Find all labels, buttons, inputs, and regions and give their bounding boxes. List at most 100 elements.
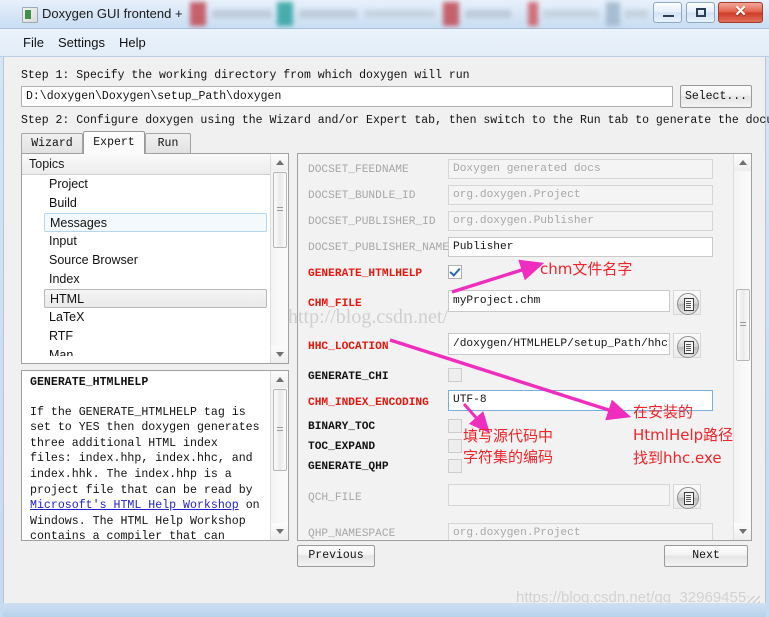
file-icon	[677, 293, 699, 315]
minimize-button[interactable]	[653, 2, 683, 23]
topic-man[interactable]: Man	[22, 346, 271, 356]
topics-scroll-down-arrow[interactable]	[271, 346, 288, 363]
topic-input[interactable]: Input	[22, 232, 271, 251]
topic-messages[interactable]: Messages	[44, 213, 267, 232]
menu-file[interactable]: File	[17, 34, 50, 52]
settings-scroll-down-arrow[interactable]	[734, 523, 751, 540]
topic-latex[interactable]: LaTeX	[22, 308, 271, 327]
label-qhp-namespace: QHP_NAMESPACE	[308, 528, 396, 540]
close-button[interactable]: ✕	[718, 2, 763, 23]
select-directory-button[interactable]: Select...	[680, 85, 752, 108]
input-docset-feedname[interactable]: Doxygen generated docs	[448, 159, 713, 179]
setting-row-hhc-location: HHC_LOCATION /doxygen/HTMLHELP/setup_Pat…	[298, 333, 735, 361]
label-generate-chi: GENERATE_CHI	[308, 371, 389, 383]
input-hhc-location[interactable]: /doxygen/HTMLHELP/setup_Path/hhc.exe	[448, 333, 670, 355]
settings-scroll-thumb[interactable]	[736, 289, 750, 361]
document-glyph	[684, 492, 694, 505]
blurred-icon-3	[443, 2, 459, 26]
topics-scroll-thumb[interactable]	[273, 172, 287, 248]
file-icon	[677, 487, 699, 509]
browse-chm-file-button[interactable]	[673, 290, 701, 315]
close-icon: ✕	[734, 4, 747, 20]
status-bar	[3, 603, 766, 617]
input-chm-file[interactable]: myProject.chm	[448, 290, 670, 312]
help-scroll-thumb[interactable]	[273, 389, 287, 471]
topic-html[interactable]: HTML	[44, 289, 267, 308]
document-glyph	[684, 341, 694, 354]
help-scroll-up-arrow[interactable]	[271, 371, 288, 388]
topic-rtf[interactable]: RTF	[22, 327, 271, 346]
app-icon	[22, 7, 38, 23]
annotation-chm-name: chm文件名字	[540, 260, 633, 278]
document-glyph	[684, 298, 694, 311]
annotation-encoding-2: 字符集的编码	[463, 448, 554, 466]
label-qch-file: QCH_FILE	[308, 492, 362, 504]
label-generate-htmlhelp: GENERATE_HTMLHELP	[308, 268, 423, 280]
settings-scrollbar[interactable]	[733, 154, 751, 540]
blurred-icon-2	[277, 2, 293, 26]
topics-scrollbar[interactable]	[270, 154, 288, 363]
title-bar: Doxygen GUI frontend + ✕	[0, 0, 769, 29]
blurred-icon-1	[190, 2, 206, 26]
topic-build[interactable]: Build	[22, 194, 271, 213]
annotation-encoding-1: 填写源代码中	[463, 427, 554, 445]
browse-qch-file-button[interactable]	[673, 484, 701, 509]
working-directory-input[interactable]: D:\doxygen\Doxygen\setup_Path\doxygen	[21, 86, 673, 107]
input-qch-file[interactable]	[448, 484, 670, 506]
input-docset-bundle-id[interactable]: org.doxygen.Project	[448, 185, 713, 205]
label-chm-index-encoding: CHM_INDEX_ENCODING	[308, 397, 429, 409]
topics-header: Topics	[22, 154, 288, 175]
topics-panel: Topics Project Build Messages Input Sour…	[21, 153, 289, 364]
minimize-icon	[663, 15, 675, 17]
setting-row-qhp-namespace: QHP_NAMESPACE org.doxygen.Project	[298, 522, 735, 540]
setting-row-docset-publisher-id: DOCSET_PUBLISHER_ID org.doxygen.Publishe…	[298, 210, 735, 236]
help-scrollbar[interactable]	[270, 371, 288, 540]
tab-wizard[interactable]: Wizard	[21, 133, 83, 153]
checkbox-generate-qhp[interactable]	[448, 459, 462, 473]
blurred-icon-4	[528, 2, 538, 26]
label-docset-bundle-id: DOCSET_BUNDLE_ID	[308, 190, 416, 202]
tab-strip: Wizard Expert Run	[21, 131, 751, 154]
checkbox-toc-expand[interactable]	[448, 439, 462, 453]
menu-help[interactable]: Help	[113, 34, 152, 52]
setting-row-generate-htmlhelp: GENERATE_HTMLHELP	[298, 262, 735, 288]
input-docset-publisher-name[interactable]: Publisher	[448, 237, 713, 257]
tab-run[interactable]: Run	[145, 133, 191, 153]
blurred-text-1	[212, 10, 272, 18]
label-binary-toc: BINARY_TOC	[308, 421, 376, 433]
topics-list[interactable]: Project Build Messages Input Source Brow…	[22, 175, 271, 356]
menu-bar: File Settings Help	[0, 29, 769, 57]
tab-expert[interactable]: Expert	[83, 131, 145, 154]
input-qhp-namespace[interactable]: org.doxygen.Project	[448, 523, 713, 540]
checkbox-generate-htmlhelp[interactable]	[448, 265, 462, 279]
help-content: GENERATE_HTMLHELP If the GENERATE_HTMLHE…	[22, 371, 270, 540]
annotation-hhc-2: HtmlHelp路径	[633, 426, 734, 444]
topic-index[interactable]: Index	[22, 270, 271, 289]
input-docset-publisher-id[interactable]: org.doxygen.Publisher	[448, 211, 713, 231]
window-title: Doxygen GUI frontend +	[42, 6, 183, 21]
annotation-hhc-3: 找到hhc.exe	[633, 449, 722, 467]
label-docset-publisher-id: DOCSET_PUBLISHER_ID	[308, 216, 436, 228]
topic-source-browser[interactable]: Source Browser	[22, 251, 271, 270]
settings-scroll-up-arrow[interactable]	[734, 154, 751, 171]
topics-scroll-up-arrow[interactable]	[271, 154, 288, 171]
setting-row-docset-publisher-name: DOCSET_PUBLISHER_NAME Publisher	[298, 236, 735, 262]
menu-settings[interactable]: Settings	[52, 34, 111, 52]
blurred-text-5	[543, 10, 599, 18]
previous-button[interactable]: Previous	[297, 545, 375, 567]
html-help-workshop-link[interactable]: Microsoft's HTML Help Workshop	[30, 499, 239, 512]
maximize-button[interactable]	[685, 2, 715, 23]
checkbox-generate-chi[interactable]	[448, 368, 462, 382]
checkbox-binary-toc[interactable]	[448, 419, 462, 433]
next-button[interactable]: Next	[664, 545, 748, 567]
settings-rows: DOCSET_FEEDNAME Doxygen generated docs D…	[298, 154, 735, 540]
watermark-center: http://blog.csdn.net/	[288, 306, 448, 328]
help-scroll-down-arrow[interactable]	[271, 523, 288, 540]
browse-hhc-location-button[interactable]	[673, 333, 701, 358]
help-paragraph-1: If the GENERATE_HTMLHELP tag is set to Y…	[30, 405, 260, 497]
topic-project[interactable]: Project	[22, 175, 271, 194]
setting-row-docset-bundle-id: DOCSET_BUNDLE_ID org.doxygen.Project	[298, 184, 735, 210]
blurred-text-2	[299, 10, 357, 18]
step2-label: Step 2: Configure doxygen using the Wiza…	[21, 114, 769, 127]
step1-label: Step 1: Specify the working directory fr…	[21, 69, 470, 82]
